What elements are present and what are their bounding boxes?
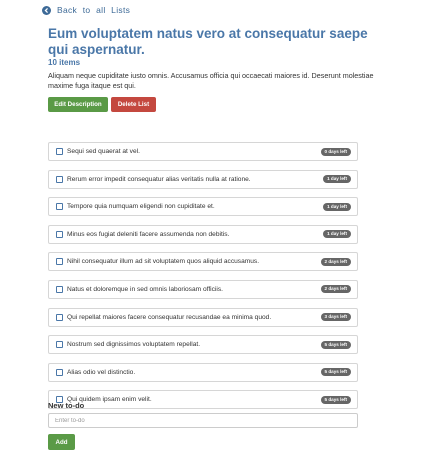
todo-item[interactable]: Natus et doloremque in sed omnis laborio… xyxy=(48,279,358,299)
todo-checkbox[interactable] xyxy=(56,313,63,321)
todo-item[interactable]: Alias odio vel distinctio. 5 days left xyxy=(48,362,358,382)
back-link-label: Back to all Lists xyxy=(57,5,131,15)
todo-item[interactable]: Sequi sed quaerat at vel. 0 days left xyxy=(48,142,358,161)
new-todo-input[interactable] xyxy=(48,413,358,428)
due-badge: 3 days left xyxy=(320,313,351,322)
todo-item[interactable]: Qui repellat maiores facere consequatur … xyxy=(48,307,358,327)
due-badge: 1 day left xyxy=(323,202,351,211)
due-badge: 2 days left xyxy=(320,257,351,266)
add-todo-button[interactable]: Add xyxy=(48,434,75,450)
due-badge: 0 days left xyxy=(320,147,351,156)
todo-text: Nihil consequatur illum ad sit voluptate… xyxy=(67,258,260,266)
todo-checkbox[interactable] xyxy=(56,203,63,211)
edit-description-button[interactable]: Edit Description xyxy=(48,97,108,112)
todo-text: Nostrum sed dignissimos voluptatem repel… xyxy=(67,341,201,349)
todo-text: Sequi sed quaerat at vel. xyxy=(67,148,140,155)
arrow-left-circle-icon xyxy=(42,5,51,15)
new-todo-label: New to-do xyxy=(48,401,85,410)
todo-text: Natus et doloremque in sed omnis laborio… xyxy=(67,285,224,293)
todo-checkbox[interactable] xyxy=(56,258,63,266)
todo-item[interactable]: Nihil consequatur illum ad sit voluptate… xyxy=(48,252,358,272)
todo-list: Sequi sed quaerat at vel. 0 days left Re… xyxy=(48,142,358,418)
todo-text: Tempore quia numquam eligendi non cupidi… xyxy=(67,203,215,211)
todo-checkbox[interactable] xyxy=(56,148,63,155)
due-badge: 1 day left xyxy=(323,175,351,184)
due-badge: 5 days left xyxy=(320,368,351,377)
list-description: Aliquam neque cupiditate iusto omnis. Ac… xyxy=(48,71,374,90)
todo-checkbox[interactable] xyxy=(56,285,63,293)
todo-text: Alias odio vel distinctio. xyxy=(67,368,136,376)
todo-item[interactable]: Qui quidem ipsam enim velit. 5 days left xyxy=(48,390,358,410)
due-badge: 2 days left xyxy=(320,285,351,294)
back-to-lists-link[interactable]: Back to all Lists xyxy=(42,4,130,16)
todo-checkbox[interactable] xyxy=(56,341,63,349)
due-badge: 5 days left xyxy=(320,395,351,404)
todo-text: Qui quidem ipsam enim velit. xyxy=(67,396,152,404)
todo-checkbox[interactable] xyxy=(56,230,63,238)
todo-text: Minus eos fugiat deleniti facere assumen… xyxy=(67,230,230,238)
todo-item[interactable]: Nostrum sed dignissimos voluptatem repel… xyxy=(48,335,358,355)
todo-item[interactable]: Tempore quia numquam eligendi non cupidi… xyxy=(48,197,358,217)
todo-checkbox[interactable] xyxy=(56,175,63,183)
list-title: Eum voluptatem natus vero at consequatur… xyxy=(48,26,368,57)
todo-text: Rerum error impedit consequatur alias ve… xyxy=(67,175,251,183)
todo-checkbox[interactable] xyxy=(56,368,63,376)
due-badge: 1 day left xyxy=(323,230,351,239)
todo-item[interactable]: Rerum error impedit consequatur alias ve… xyxy=(48,169,358,189)
item-count: 10 items xyxy=(48,58,81,67)
delete-list-button[interactable]: Delete List xyxy=(111,97,156,112)
todo-text: Qui repellat maiores facere consequatur … xyxy=(67,313,272,321)
due-badge: 5 days left xyxy=(320,340,351,349)
todo-item[interactable]: Minus eos fugiat deleniti facere assumen… xyxy=(48,224,358,244)
